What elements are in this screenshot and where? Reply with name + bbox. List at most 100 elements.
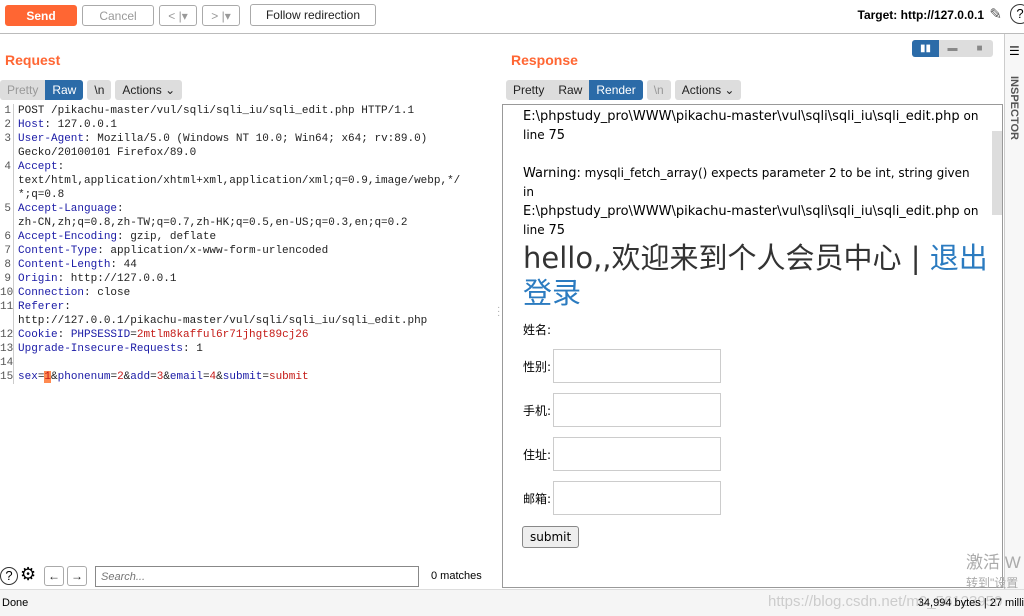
response-actions-button[interactable]: Actions ⌄ [675,80,742,100]
cancel-button[interactable]: Cancel [82,5,154,26]
phone-input[interactable] [553,393,722,427]
line-number [0,188,14,202]
line-number: 11 [0,300,14,314]
render-view: E:\phpstudy_pro\WWW\pikachu-master\vul\s… [502,104,1003,588]
code-text: Accept: [14,160,64,174]
line-number: 15 [0,370,14,384]
submit-button[interactable]: submit [522,526,580,548]
code-text: Referer: [14,300,71,314]
tab-pretty[interactable]: Pretty [506,80,551,100]
code-token: PHPSESSID [70,329,131,341]
code-token: submit [222,371,263,383]
code-token: : [117,203,124,215]
code-token: http://127.0.0.1/pikachu-master/vul/sqli… [18,315,428,327]
code-token: & [51,371,58,383]
code-line: 3 User-Agent: Mozilla/5.0 (Windows NT 10.… [0,132,497,146]
response-tabs: Pretty Raw Render \n Actions ⌄ [506,80,742,100]
scrollbar[interactable] [992,131,1002,215]
split-vertical-icon[interactable]: ▬ [939,40,966,57]
code-line: 14 [0,356,497,370]
field-email: 邮箱: [523,481,722,515]
code-line: 5 Accept-Language: [0,202,497,216]
code-token: phonenum [57,371,111,383]
request-actions-button[interactable]: Actions ⌄ [115,80,182,100]
code-line: 15 sex=1&phonenum=2&add=3&email=4&submit=… [0,370,497,384]
tab-render[interactable]: Render [589,80,643,100]
follow-redirection-button[interactable]: Follow redirection [250,4,376,26]
code-line: 6 Accept-Encoding: gzip, deflate [0,230,497,244]
code-token: Referer [18,301,65,313]
send-button[interactable]: Send [5,5,77,26]
line-number: 5 [0,202,14,216]
address-input[interactable] [553,437,722,471]
code-token: Content-Length [18,259,111,271]
code-text: http://127.0.0.1/pikachu-master/vul/sqli… [14,314,427,328]
line-number [0,174,14,188]
help-icon[interactable]: ? [1010,4,1024,24]
field-sex: 性别: [523,349,722,383]
back-button[interactable]: < |▾ [159,5,197,26]
code-token: : application/x-www-form-urlencoded [97,245,329,257]
target-label: Target: http://127.0.0.1 [857,8,984,22]
line-number: 1 [0,104,14,118]
settings-icon[interactable]: ⚙ [20,564,36,585]
code-token: 2mtlm8kafful6r71jhgt89cj26 [136,329,309,341]
code-token: submit [268,371,309,383]
tab-raw[interactable]: Raw [551,80,589,100]
code-line: 1 POST /pikachu-master/vul/sqli/sqli_iu/s… [0,104,497,118]
code-token: : 1 [183,343,203,355]
search-input[interactable] [95,566,419,587]
welcome-heading: hello,,欢迎来到个人会员中心 | 退出登录 [523,241,988,310]
code-token: : 44 [110,259,137,271]
line-number: 9 [0,272,14,286]
tab-newline[interactable]: \n [87,80,111,100]
request-editor[interactable]: 1 POST /pikachu-master/vul/sqli/sqli_iu/s… [0,104,497,564]
forward-button[interactable]: > |▾ [202,5,240,26]
code-text: zh-CN,zh;q=0.8,zh-TW;q=0.7,zh-HK;q=0.5,e… [14,216,407,230]
code-text: User-Agent: Mozilla/5.0 (Windows NT 10.0… [14,132,427,146]
code-text: Origin: http://127.0.0.1 [14,272,176,286]
filter-icon[interactable]: ☰ [1009,44,1024,58]
field-phone: 手机: [523,393,722,427]
split-horizontal-icon[interactable]: ▮▮ [912,40,939,57]
next-match-button[interactable]: → [67,566,87,586]
code-token: POST /pikachu-master/vul/sqli/sqli_iu/sq… [18,105,415,117]
code-text: Upgrade-Insecure-Requests: 1 [14,342,203,356]
code-text: Host: 127.0.0.1 [14,118,117,132]
tab-newline[interactable]: \n [647,80,671,100]
code-line: 10 Connection: close [0,286,497,300]
code-line: 9 Origin: http://127.0.0.1 [0,272,497,286]
tab-raw[interactable]: Raw [45,80,84,100]
splitter-handle[interactable]: · · · [497,303,500,321]
code-text: *;q=0.8 [14,188,64,202]
code-line: 11 Referer: [0,300,497,314]
code-text: Accept-Encoding: gzip, deflate [14,230,216,244]
edit-target-icon[interactable]: ✎ [989,5,1002,23]
code-token: : Mozilla/5.0 (Windows NT 10.0; Win64; x… [84,133,428,145]
inspector-panel[interactable]: ☰ INSPECTOR [1004,34,1024,589]
sex-input[interactable] [553,349,722,383]
code-line: 8 Content-Length: 44 [0,258,497,272]
request-tabs: Pretty Raw \n Actions ⌄ [0,80,183,100]
code-token: Accept-Encoding [18,231,118,243]
previous-match-button[interactable]: ← [44,566,64,586]
line-number: 6 [0,230,14,244]
code-token: : http://127.0.0.1 [57,273,177,285]
single-pane-icon[interactable]: ■ [966,40,993,57]
email-input[interactable] [553,481,722,515]
line-number: 8 [0,258,14,272]
response-size: 34,994 bytes | 27 milli [917,597,1024,609]
code-line: 7 Content-Type: application/x-www-form-ur… [0,244,497,258]
code-token: & [163,371,170,383]
code-text: Cookie: PHPSESSID=2mtlm8kafful6r71jhgt89… [14,328,308,342]
status-bar: Done https://blog.csdn.net/m0_56123950 3… [0,589,1024,616]
help-icon[interactable]: ? [0,567,18,585]
code-token: = [202,371,210,383]
code-token: Cookie [18,329,58,341]
tab-pretty[interactable]: Pretty [0,80,45,100]
line-number: 10 [0,286,14,300]
code-token: sex [18,371,38,383]
line-number: 3 [0,132,14,146]
code-token: = [130,329,137,341]
code-token: & [216,371,223,383]
